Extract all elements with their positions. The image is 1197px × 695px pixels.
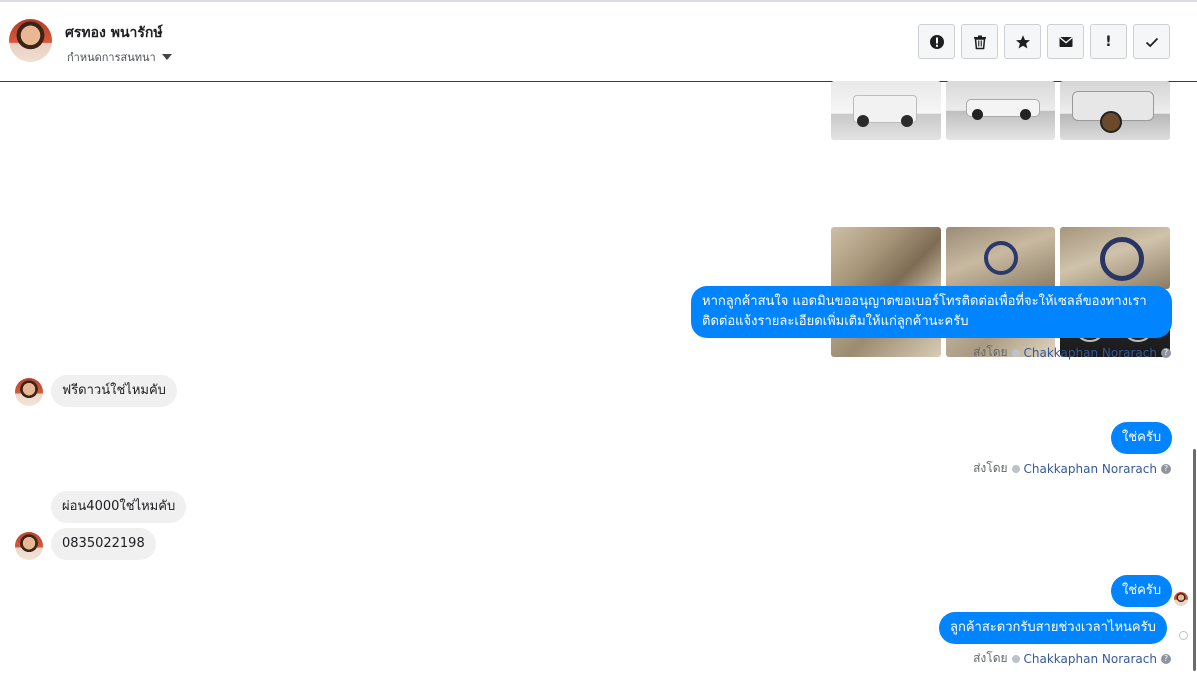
message-text: ลูกค้าสะดวกรับสายช่วงเวลาไหนครับ [950,620,1156,635]
message-text: ผ่อน4000ใช่ไหมคับ [62,499,176,514]
done-button[interactable] [1133,24,1170,59]
star-button[interactable] [1004,24,1041,59]
message-text: 0835022198 [62,536,145,551]
chat-scrollbar[interactable] [1193,449,1196,671]
exclamation-icon: ! [1105,33,1112,50]
alert-circle-icon [929,34,944,49]
contact-avatar-small[interactable] [15,378,43,406]
verified-icon [1011,464,1020,473]
agent-name-link[interactable]: Chakkaphan Norarach [1024,462,1157,476]
seen-by-avatar [1174,592,1188,606]
verified-icon [1011,654,1020,663]
important-button[interactable]: ! [1090,24,1127,59]
caret-down-icon [161,54,172,60]
trash-icon [973,35,986,49]
conversation-assign-label: กำหนดการสนทนา [67,51,156,64]
sent-by-line: ส่งโดย Chakkaphan Norarach ? [973,459,1171,478]
car-photo-exterior-rear[interactable] [831,81,941,140]
sent-by-line: ส่งโดย Chakkaphan Norarach ? [973,343,1171,362]
car-photo-grid [831,81,1171,357]
incoming-message[interactable]: ฟรีดาวน์ใช่ไหมคับ [51,375,177,407]
message-text: ใช่ครับ [1122,430,1162,445]
alert-circle-button[interactable] [918,24,955,59]
check-icon [1145,37,1158,47]
conversation-toolbar: ! [918,24,1170,59]
message-text: ฟรีดาวน์ใช่ไหมคับ [62,383,166,398]
message-text: ติดต่อแจ้งรายละเอียดเพิ่มเติมให้แก่ลูกค้… [702,314,969,329]
delivered-icon [1179,631,1188,640]
sent-by-label: ส่งโดย [973,651,1008,665]
outgoing-message[interactable]: ใช่ครับ [1111,575,1173,607]
contact-name[interactable]: ศรทอง พนารักษ์ [65,22,163,44]
sent-by-label: ส่งโดย [973,461,1008,475]
contact-avatar[interactable] [9,19,52,62]
outgoing-message[interactable]: หากลูกค้าสนใจ แอดมินขออนุญาตขอเบอร์โทรติ… [691,286,1172,338]
outgoing-message[interactable]: ลูกค้าสะดวกรับสายช่วงเวลาไหนครับ [939,612,1167,644]
envelope-icon [1058,36,1073,47]
verified-icon [1011,348,1020,357]
sent-by-label: ส่งโดย [973,345,1008,359]
message-text: หากลูกค้าสนใจ แอดมินขออนุญาตขอเบอร์โทรติ… [702,294,1147,309]
contact-avatar-small[interactable] [15,532,43,560]
car-photo-dashboard[interactable] [946,227,1055,289]
agent-name-link[interactable]: Chakkaphan Norarach [1024,346,1157,360]
help-icon[interactable]: ? [1161,347,1171,358]
conversation-header: ศรทอง พนารักษ์ กำหนดการสนทนา ! [0,2,1197,82]
conversation-assign-dropdown[interactable]: กำหนดการสนทนา [67,50,172,64]
car-photo-exterior-side[interactable] [946,81,1055,140]
help-icon[interactable]: ? [1161,463,1171,474]
car-photo-door-interior[interactable] [831,227,941,289]
message-text: ใช่ครับ [1122,583,1162,598]
sent-by-line: ส่งโดย Chakkaphan Norarach ? [973,649,1171,668]
car-photo-steering-wheel[interactable] [1060,227,1170,289]
delete-button[interactable] [961,24,998,59]
mark-unread-button[interactable] [1047,24,1084,59]
outgoing-message[interactable]: ใช่ครับ [1111,422,1173,454]
car-photo-exterior-front[interactable] [1060,81,1170,140]
incoming-message[interactable]: ผ่อน4000ใช่ไหมคับ [51,491,187,523]
help-icon[interactable]: ? [1161,653,1171,664]
star-icon [1015,34,1030,48]
agent-name-link[interactable]: Chakkaphan Norarach [1024,652,1157,666]
incoming-message[interactable]: 0835022198 [51,528,156,560]
